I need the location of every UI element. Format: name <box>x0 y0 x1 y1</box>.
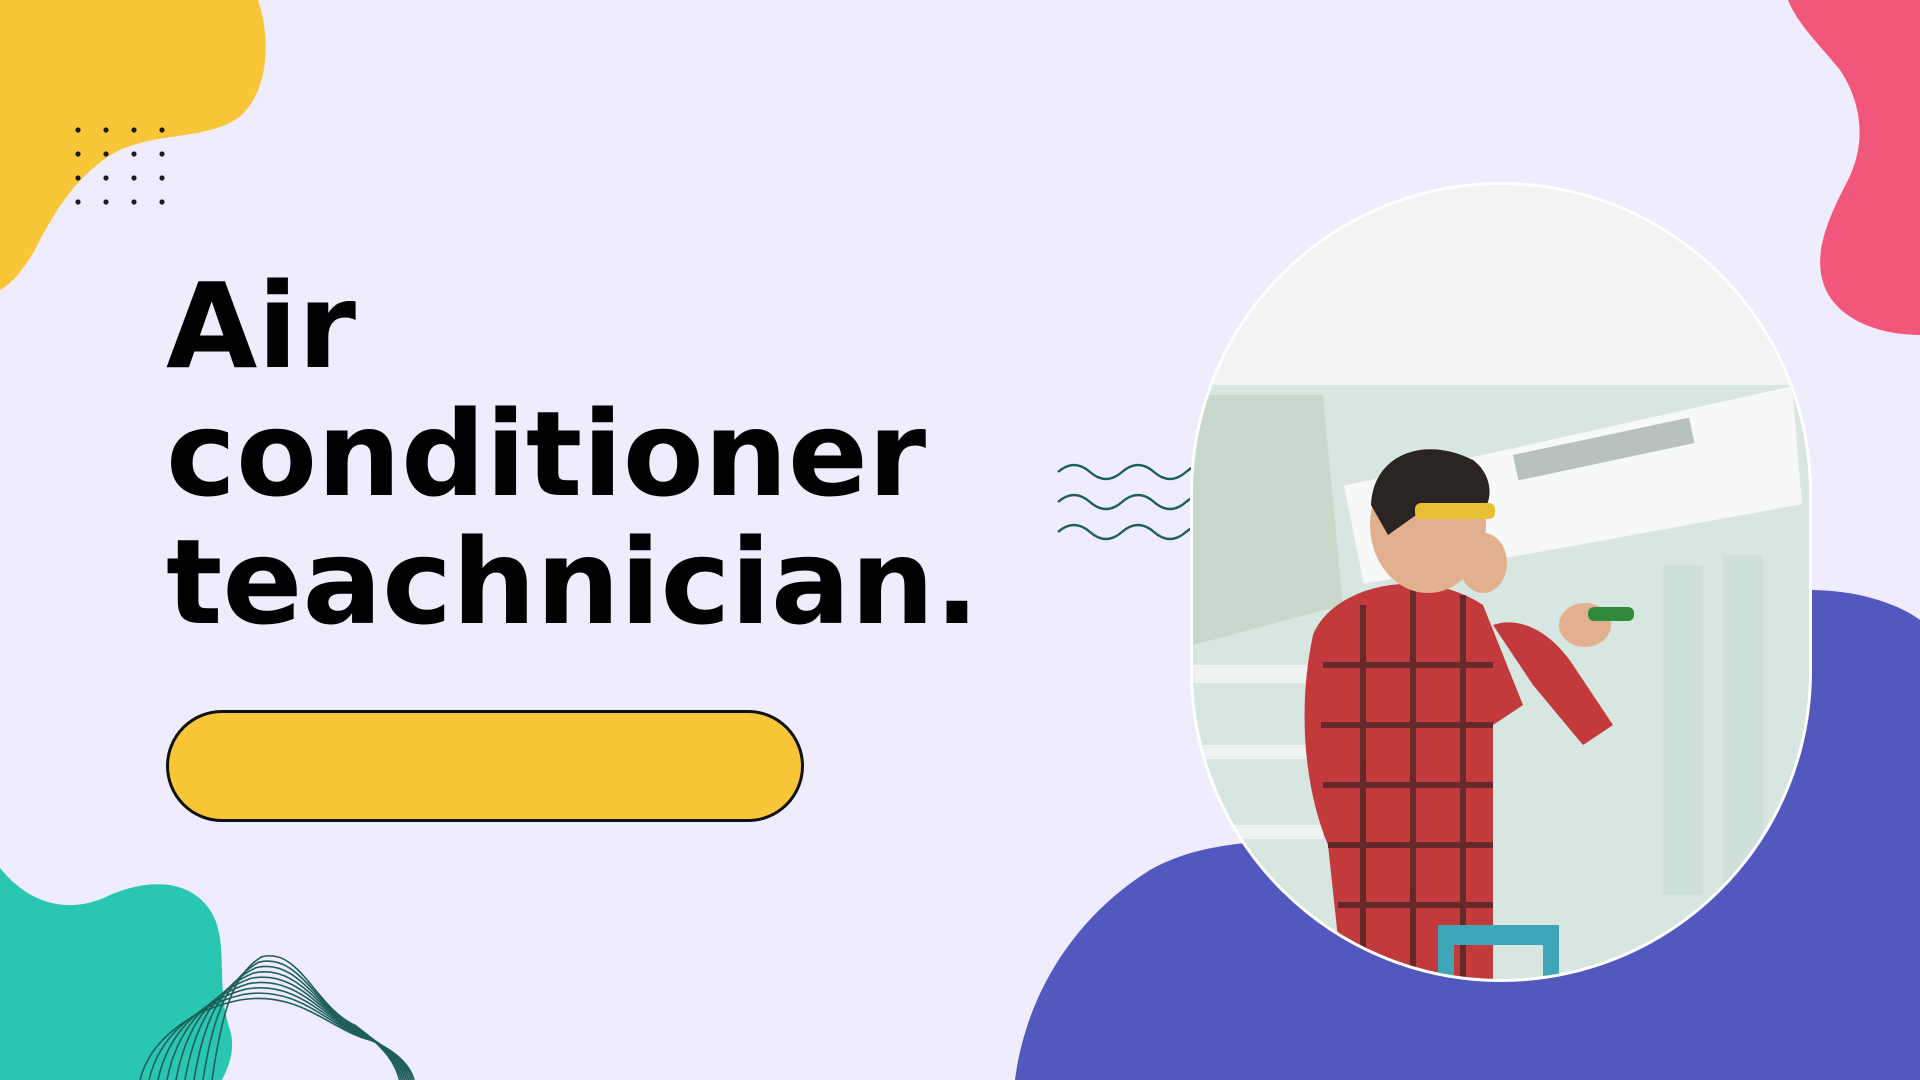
technician-photo <box>1190 182 1812 982</box>
photo-illustration <box>1193 185 1809 979</box>
slide-title: Air conditioner teachnician. <box>166 262 979 646</box>
contour-line <box>175 976 408 1080</box>
contour-line <box>184 970 406 1080</box>
contour-line <box>202 960 403 1080</box>
title-line: conditioner <box>166 385 927 523</box>
yellow-pill-button[interactable] <box>166 710 804 822</box>
title-line: teachnician. <box>166 513 980 651</box>
title-line: Air <box>166 257 356 395</box>
contour-line <box>211 954 401 1080</box>
